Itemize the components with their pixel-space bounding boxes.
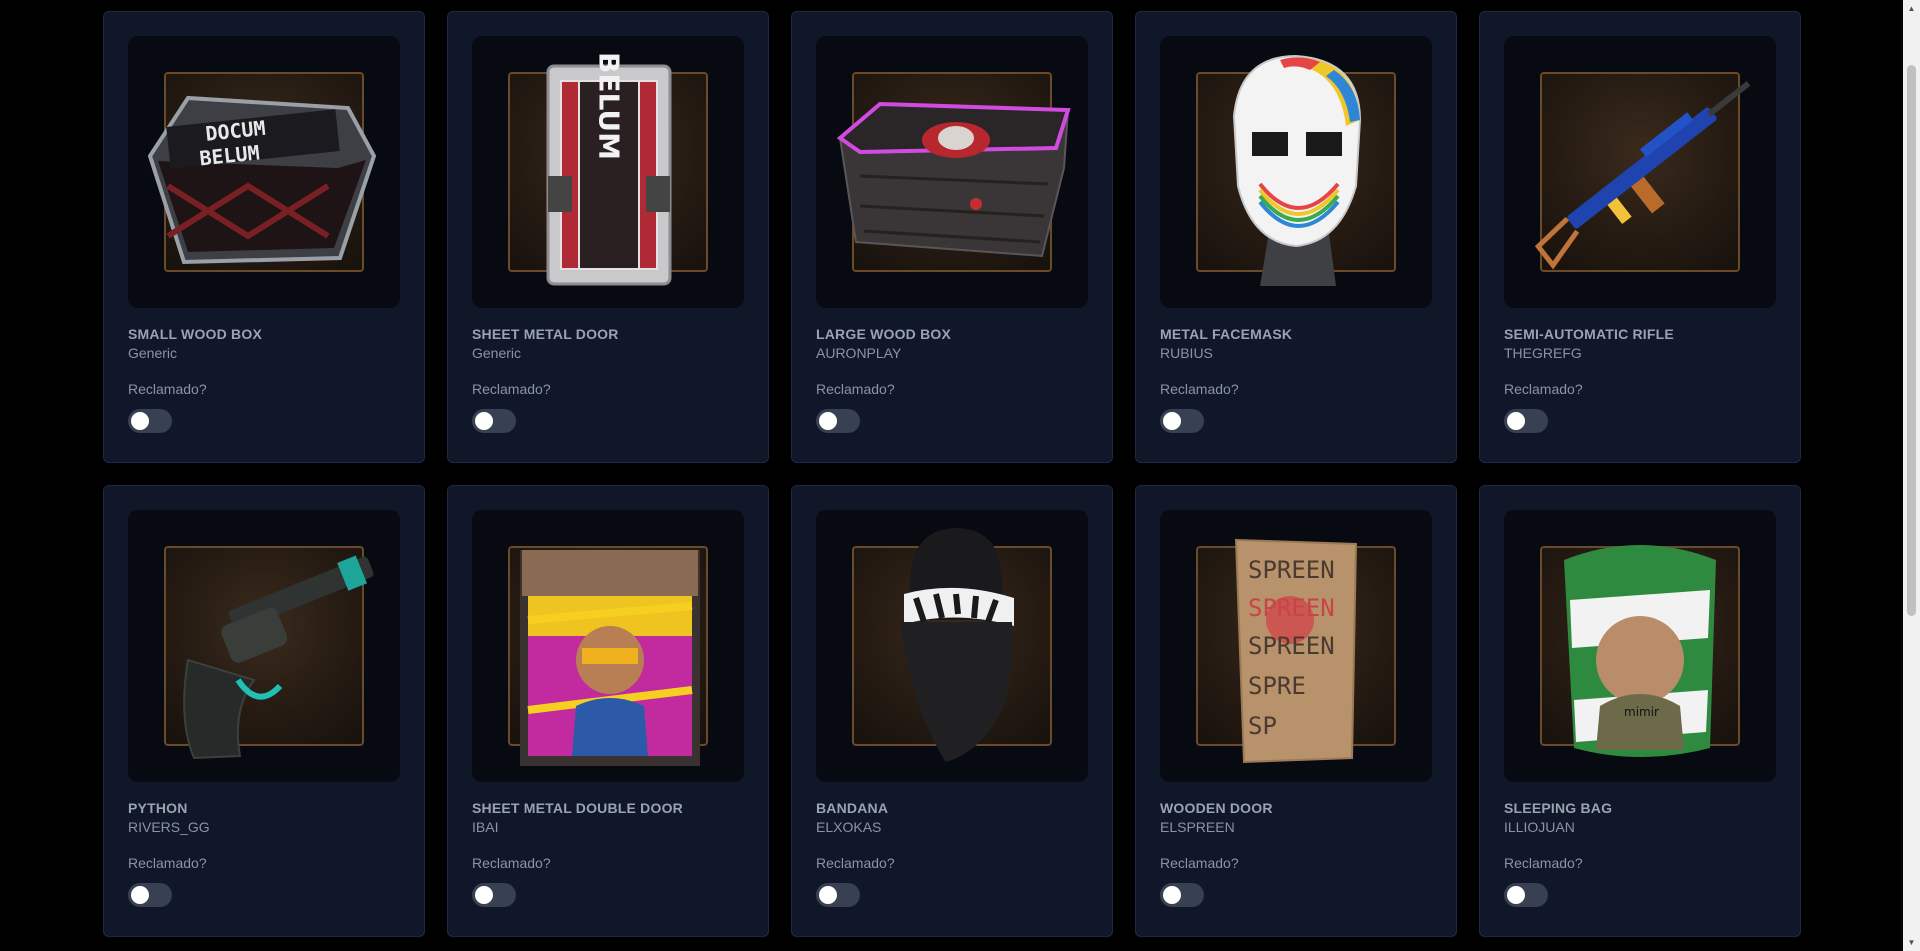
item-image: DOCUM BELUM [128, 36, 400, 308]
skin-card: LARGE WOOD BOX AURONPLAY Reclamado? [791, 11, 1113, 463]
claimed-toggle[interactable] [1160, 409, 1204, 433]
bandana-art [900, 528, 1014, 762]
item-name: PYTHON [128, 800, 188, 816]
claimed-label: Reclamado? [1160, 381, 1239, 397]
item-creator: AURONPLAY [816, 345, 902, 361]
door-scribble-3: SPREEN [1248, 632, 1335, 660]
claimed-label: Reclamado? [472, 381, 551, 397]
item-creator: ELSPREEN [1160, 819, 1235, 835]
claimed-label: Reclamado? [816, 381, 895, 397]
item-creator: Generic [472, 345, 522, 361]
sleeping-bag-art: mimir [1564, 545, 1716, 757]
claimed-label: Reclamado? [128, 855, 207, 871]
item-creator: Generic [128, 345, 178, 361]
item-name: SEMI-AUTOMATIC RIFLE [1504, 326, 1674, 342]
claimed-label: Reclamado? [1504, 855, 1583, 871]
skin-card: DOCUM BELUM SMALL WOOD BOX Generic Recla… [103, 11, 425, 463]
item-image [128, 510, 400, 782]
item-creator: RUBIUS [1160, 345, 1213, 361]
item-name: BANDANA [816, 800, 889, 816]
scroll-thumb[interactable] [1907, 65, 1916, 616]
toggle-knob [1163, 412, 1181, 430]
claimed-toggle[interactable] [1504, 883, 1548, 907]
door-scribble-1: SPREEN [1248, 556, 1335, 584]
item-image [472, 510, 744, 782]
item-name: SHEET METAL DOOR [472, 326, 619, 342]
toggle-knob [131, 412, 149, 430]
toggle-knob [475, 886, 493, 904]
semi-automatic-rifle-art [1534, 81, 1751, 270]
item-image: BELUM [472, 36, 744, 308]
item-image [1160, 36, 1432, 308]
item-image: mimir [1504, 510, 1776, 782]
item-image [816, 36, 1088, 308]
toggle-knob [1163, 886, 1181, 904]
bag-art-text: mimir [1624, 705, 1659, 719]
claimed-toggle[interactable] [816, 409, 860, 433]
claimed-toggle[interactable] [128, 409, 172, 433]
vertical-scrollbar[interactable]: ▲ ▼ [1903, 0, 1920, 951]
skin-card: METAL FACEMASK RUBIUS Reclamado? [1135, 11, 1457, 463]
item-name: METAL FACEMASK [1160, 326, 1293, 342]
claimed-label: Reclamado? [128, 381, 207, 397]
toggle-knob [1507, 412, 1525, 430]
skin-card: PYTHON RIVERS_GG Reclamado? [103, 485, 425, 937]
toggle-knob [819, 886, 837, 904]
metal-facemask-art [1232, 54, 1362, 286]
item-creator: THEGREFG [1504, 345, 1582, 361]
skin-card: SEMI-AUTOMATIC RIFLE THEGREFG Reclamado? [1479, 11, 1801, 463]
item-name: LARGE WOOD BOX [816, 326, 952, 342]
toggle-knob [475, 412, 493, 430]
sheet-metal-door-art: BELUM [546, 52, 672, 286]
scroll-down-arrow-icon[interactable]: ▼ [1903, 934, 1920, 951]
toggle-knob [131, 886, 149, 904]
claimed-toggle[interactable] [472, 883, 516, 907]
scroll-up-arrow-icon[interactable]: ▲ [1903, 0, 1920, 17]
claimed-label: Reclamado? [816, 855, 895, 871]
item-creator: RIVERS_GG [128, 819, 210, 835]
claimed-label: Reclamado? [1504, 381, 1583, 397]
skin-card: BANDANA ELXOKAS Reclamado? [791, 485, 1113, 937]
claimed-toggle[interactable] [816, 883, 860, 907]
skin-grid: DOCUM BELUM SMALL WOOD BOX Generic Recla… [103, 11, 1801, 937]
claimed-toggle[interactable] [1160, 883, 1204, 907]
claimed-label: Reclamado? [472, 855, 551, 871]
item-image: SPREEN SPREEN SPREEN SPRE SP [1160, 510, 1432, 782]
item-name: WOODEN DOOR [1160, 800, 1273, 816]
python-revolver-art [183, 555, 374, 760]
door-art-text: BELUM [593, 52, 626, 160]
item-creator: ELXOKAS [816, 819, 882, 835]
toggle-knob [1507, 886, 1525, 904]
claimed-toggle[interactable] [472, 409, 516, 433]
door-scribble-5: SP [1248, 712, 1277, 740]
item-name: SMALL WOOD BOX [128, 326, 262, 342]
item-creator: IBAI [472, 819, 499, 835]
skin-card: BELUM SHEET METAL DOOR Generic Reclamado… [447, 11, 769, 463]
small-wood-box-art: DOCUM BELUM [147, 95, 377, 265]
claimed-toggle[interactable] [128, 883, 172, 907]
item-name: SHEET METAL DOUBLE DOOR [472, 800, 683, 816]
skin-card: mimir SLEEPING BAG ILLIOJUAN Reclamado? [1479, 485, 1801, 937]
item-image [816, 510, 1088, 782]
item-image [1504, 36, 1776, 308]
skin-card: SHEET METAL DOUBLE DOOR IBAI Reclamado? [447, 485, 769, 937]
toggle-knob [819, 412, 837, 430]
skin-card: SPREEN SPREEN SPREEN SPRE SP WOODEN DOOR… [1135, 485, 1457, 937]
claimed-label: Reclamado? [1160, 855, 1239, 871]
door-scribble-4: SPRE [1248, 672, 1306, 700]
item-creator: ILLIOJUAN [1504, 819, 1575, 835]
item-name: SLEEPING BAG [1504, 800, 1613, 816]
claimed-toggle[interactable] [1504, 409, 1548, 433]
door-scribble-2: SPREEN [1248, 594, 1335, 622]
wooden-door-art: SPREEN SPREEN SPREEN SPRE SP [1234, 538, 1358, 764]
sheet-metal-double-door-art [520, 550, 700, 766]
large-wood-box-art [836, 101, 1071, 258]
